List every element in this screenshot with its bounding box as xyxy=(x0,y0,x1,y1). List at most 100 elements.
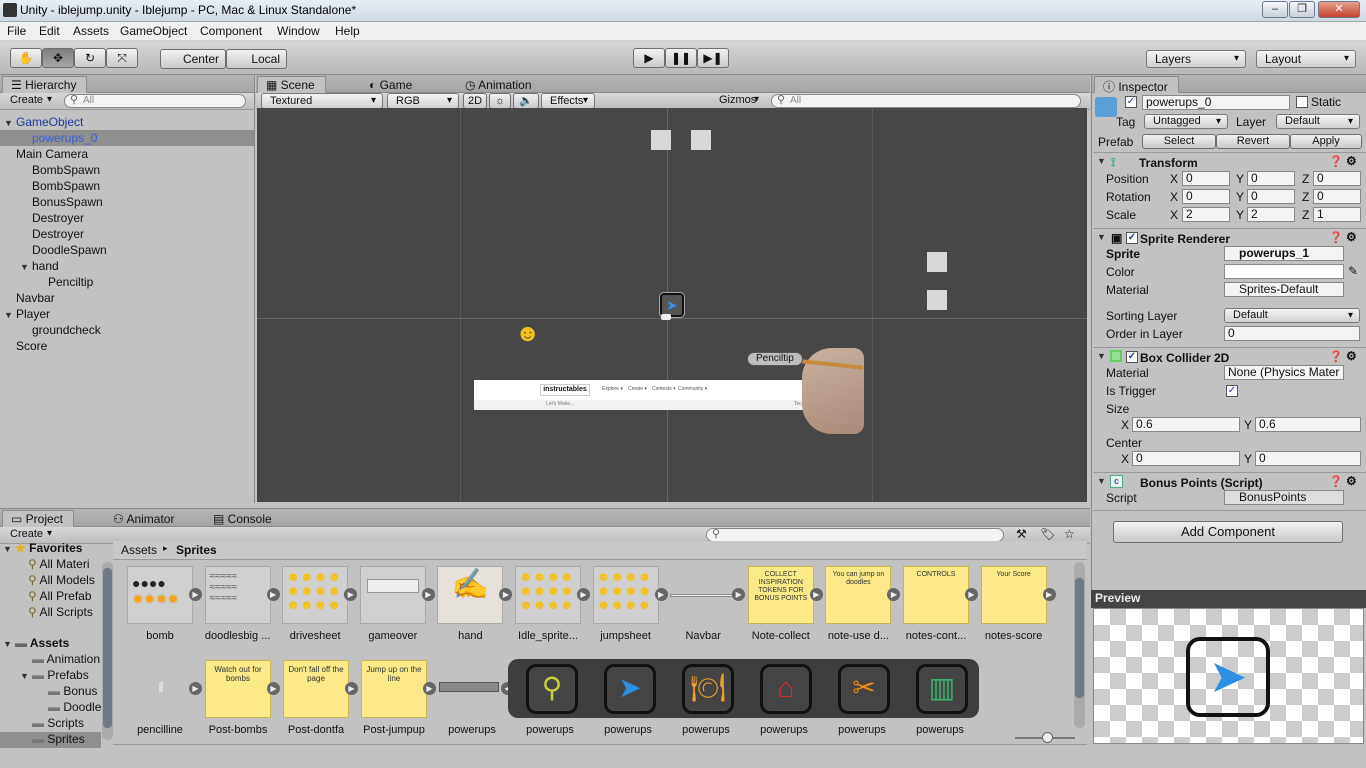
asset-scrollbar-thumb[interactable] xyxy=(1075,578,1084,698)
hierarchy-item[interactable]: Destroyer xyxy=(0,210,254,226)
sprite-renderer-enabled-checkbox[interactable]: ✓ xyxy=(1126,232,1138,244)
tab-animation[interactable]: ◷ Animation xyxy=(456,76,543,93)
asset-thumbnail[interactable]: ●●●● ✹✹✹✹ xyxy=(127,566,193,624)
color-swatch[interactable] xyxy=(1224,264,1344,279)
transform-z-field[interactable]: 0 xyxy=(1313,189,1361,204)
house-icon[interactable]: ⌂ xyxy=(760,664,812,714)
minimize-button[interactable]: – xyxy=(1262,1,1288,18)
tab-scene[interactable]: ▦ Scene xyxy=(257,76,326,93)
menu-help[interactable]: Help xyxy=(335,24,360,38)
hierarchy-search-input[interactable]: All xyxy=(64,94,246,108)
asset-thumbnail[interactable]: COLLECT INSPIRATION TOKENS FOR BONUS POI… xyxy=(747,566,814,624)
script-component-header[interactable]: ▼ c Bonus Points (Script) ❓ ⚙ xyxy=(1093,472,1366,490)
asset-thumbnail[interactable]: Don't fall off the page xyxy=(283,660,349,718)
expand-sprites-icon[interactable]: ▶ xyxy=(577,588,590,601)
asset-thumbnail[interactable] xyxy=(670,566,737,624)
is-trigger-checkbox[interactable]: ✓ xyxy=(1226,385,1238,397)
scene-search-input[interactable]: All xyxy=(771,94,1081,108)
order-in-layer-field[interactable]: 0 xyxy=(1224,326,1360,341)
hierarchy-item[interactable]: Score xyxy=(0,338,254,354)
asset-thumbnail[interactable]: Your Score xyxy=(980,566,1047,624)
asset-thumbnail[interactable]: Jump up on the line xyxy=(361,660,427,718)
tab-inspector[interactable]: ⓘ Inspector xyxy=(1094,76,1179,94)
pivot-local-button[interactable]: Local xyxy=(226,49,287,69)
folder-item[interactable]: ▬ Scripts xyxy=(0,716,101,732)
collapse-arrow-icon[interactable]: ▼ xyxy=(1097,351,1109,361)
tab-project[interactable]: ▭ Project xyxy=(2,510,75,527)
material-field[interactable]: Sprites-Default xyxy=(1224,282,1344,297)
scene-view[interactable]: ➤ ☻ instructables Explore ▾ Create ▾ Con… xyxy=(257,108,1087,502)
gear-icon[interactable]: ⚙ xyxy=(1346,474,1357,488)
filter-type-icon[interactable]: ⚒ xyxy=(1016,527,1027,541)
transform-x-field[interactable]: 0 xyxy=(1182,171,1230,186)
tag-dropdown[interactable]: Untagged xyxy=(1144,114,1228,129)
collapse-arrow-icon[interactable]: ▼ xyxy=(1097,476,1109,486)
transform-x-field[interactable]: 0 xyxy=(1182,189,1230,204)
folder-item[interactable]: ▬ Doodle xyxy=(0,700,101,716)
hierarchy-item[interactable]: Navbar xyxy=(0,290,254,306)
hierarchy-item[interactable]: DoodleSpawn xyxy=(0,242,254,258)
help-icon[interactable]: ❓ xyxy=(1329,350,1343,363)
asset-thumbnail[interactable] xyxy=(439,660,505,718)
expand-sprites-icon[interactable]: ▶ xyxy=(1042,588,1056,601)
favorite-item[interactable]: ⚲ All Scripts xyxy=(28,605,93,619)
favorite-item[interactable]: ⚲ All Prefab xyxy=(28,589,92,603)
favorite-item[interactable]: ⚲ All Models xyxy=(28,573,95,587)
collapse-arrow-icon[interactable]: ▼ xyxy=(1097,156,1109,166)
asset-thumbnail[interactable]: ✍ xyxy=(437,566,504,624)
spawn-square[interactable] xyxy=(927,290,947,310)
transform-y-field[interactable]: 0 xyxy=(1247,189,1295,204)
penciltip-label[interactable]: Penciltip xyxy=(747,352,803,366)
hierarchy-item[interactable]: Penciltip xyxy=(0,274,254,290)
hierarchy-item[interactable]: BombSpawn xyxy=(0,178,254,194)
expand-sprites-icon[interactable]: ▶ xyxy=(654,588,668,601)
breadcrumb-assets[interactable]: Assets xyxy=(121,543,157,557)
favorite-item[interactable]: ⚲ All Materi xyxy=(28,557,89,571)
rgb-dropdown[interactable]: RGB xyxy=(387,93,459,109)
help-icon[interactable]: ❓ xyxy=(1329,475,1343,488)
scale-tool-icon[interactable]: ⤧ xyxy=(106,48,138,68)
maximize-button[interactable]: ❐ xyxy=(1289,1,1315,18)
favorites-heading[interactable]: ▼ ★ Favorites xyxy=(3,541,82,555)
expand-arrow-icon[interactable]: ▼ xyxy=(4,115,16,131)
static-checkbox[interactable] xyxy=(1296,96,1308,108)
expand-sprites-icon[interactable]: ▶ xyxy=(267,682,280,695)
box-collider-enabled-checkbox[interactable]: ✓ xyxy=(1126,351,1138,363)
pause-icon[interactable]: ❚❚ xyxy=(665,48,697,68)
project-search-input[interactable] xyxy=(706,528,1004,542)
expand-sprites-icon[interactable]: ▶ xyxy=(266,588,280,601)
transform-y-field[interactable]: 2 xyxy=(1247,207,1295,222)
hand-tool-icon[interactable]: ✋ xyxy=(10,48,42,68)
asset-thumbnail[interactable]: ≈≈≈≈≈ ≈≈≈≈≈ ≈≈≈≈≈ xyxy=(204,566,271,624)
spawn-square[interactable] xyxy=(927,252,947,272)
thumbnail-size-slider-handle[interactable] xyxy=(1042,732,1053,743)
add-component-button[interactable]: Add Component xyxy=(1113,521,1343,543)
active-checkbox[interactable]: ✓ xyxy=(1125,96,1137,108)
help-icon[interactable]: ❓ xyxy=(1329,155,1343,168)
assets-heading[interactable]: ▼ ▬ Assets xyxy=(3,636,69,650)
prefab-apply-button[interactable]: Apply xyxy=(1290,134,1362,149)
asset-thumbnail[interactable] xyxy=(359,566,426,624)
transform-x-field[interactable]: 2 xyxy=(1182,207,1230,222)
expand-arrow-icon[interactable]: ▼ xyxy=(20,671,32,681)
center-y-field[interactable]: 0 xyxy=(1255,451,1361,466)
asset-scrollbar[interactable] xyxy=(1074,562,1085,728)
hierarchy-item[interactable]: ▼ GameObject xyxy=(0,114,254,130)
folder-item[interactable]: ▬ Bonus xyxy=(0,684,101,700)
gear-icon[interactable]: ⚙ xyxy=(1346,349,1357,363)
hierarchy-item[interactable]: Main Camera xyxy=(0,146,254,162)
shading-dropdown[interactable]: Textured xyxy=(261,93,383,109)
hierarchy-create-dropdown[interactable]: Create xyxy=(4,94,58,108)
eyedropper-icon[interactable]: ✎ xyxy=(1348,264,1358,278)
asset-thumbnail[interactable]: ☻☻☻☻ ☻☻☻☻ ☻☻☻☻ xyxy=(515,566,581,624)
play-icon[interactable]: ▶ xyxy=(633,48,665,68)
transform-z-field[interactable]: 0 xyxy=(1313,171,1361,186)
bicycle-icon[interactable]: ⚲ xyxy=(526,664,578,714)
folder-item[interactable]: ▼ ▬ Prefabs xyxy=(0,668,101,684)
prefab-select-button[interactable]: Select xyxy=(1142,134,1216,149)
expand-arrow-icon[interactable]: ▼ xyxy=(20,259,32,275)
box-collider-header[interactable]: ▼ ✓ Box Collider 2D ❓ ⚙ xyxy=(1093,347,1366,365)
expand-sprites-icon[interactable]: ▶ xyxy=(421,588,435,601)
expand-arrow-icon[interactable]: ▼ xyxy=(4,307,16,323)
expand-sprites-icon[interactable]: ▶ xyxy=(809,588,823,601)
